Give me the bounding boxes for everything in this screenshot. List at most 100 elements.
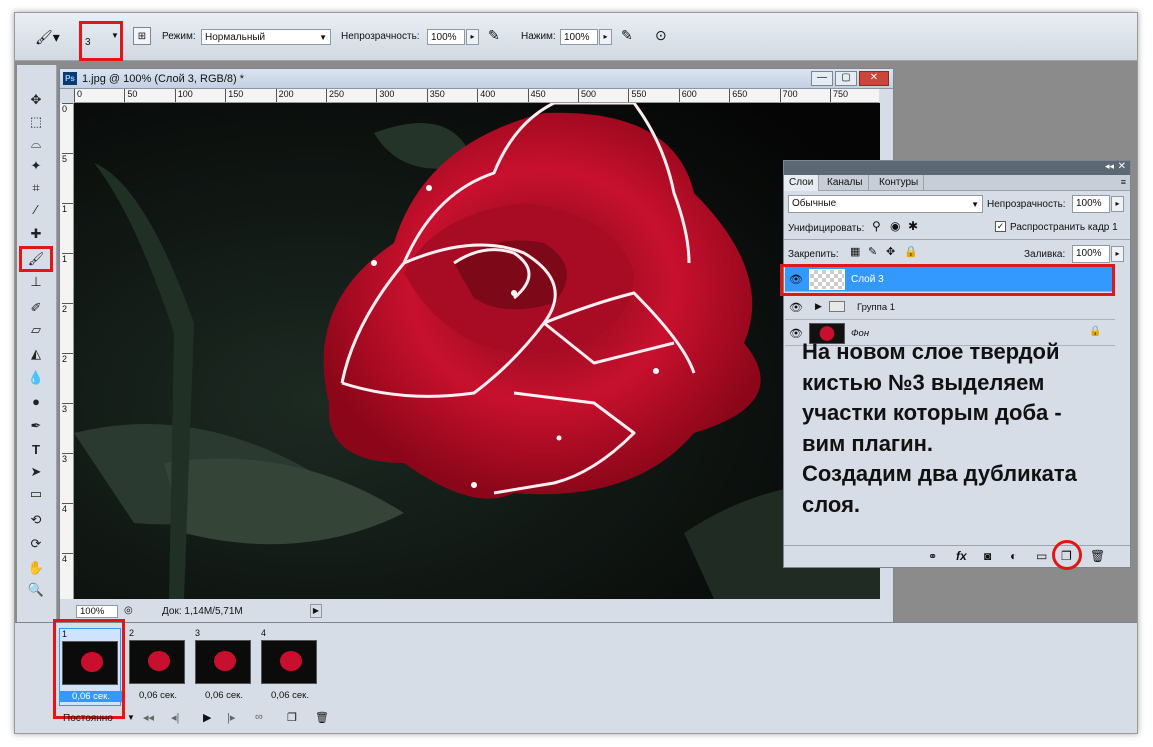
fill-field[interactable]: 100% xyxy=(1072,245,1110,263)
layer-opacity-slider[interactable]: ▸ xyxy=(1111,196,1124,212)
animation-frame-2[interactable]: 2 0,06 сек. xyxy=(127,628,189,706)
shape-tool-icon[interactable]: ▭ xyxy=(23,485,49,503)
status-icon[interactable]: ◎ xyxy=(124,605,133,616)
animation-panel: 1 0,06 сек. 2 0,06 сек. 3 0,06 сек. 4 0,… xyxy=(15,619,1137,733)
zoom-field[interactable]: 100% xyxy=(76,605,118,618)
quick-select-tool-icon[interactable]: ✦ xyxy=(23,157,49,175)
crop-tool-icon[interactable]: ⌗ xyxy=(23,179,49,197)
duplicate-frame-icon[interactable]: ❐ xyxy=(287,711,297,724)
ruler-mark: 2 xyxy=(62,303,73,314)
close-button[interactable]: ✕ xyxy=(859,71,889,86)
frame-delay[interactable]: 0,06 сек. xyxy=(259,690,321,701)
animation-frame-4[interactable]: 4 0,06 сек. xyxy=(259,628,321,706)
minimize-button[interactable]: — xyxy=(811,71,833,86)
frame-delay[interactable]: 0,06 сек. xyxy=(127,690,189,701)
frame-thumbnail xyxy=(195,640,251,684)
tab-paths[interactable]: Контуры xyxy=(874,175,925,191)
frame-delay[interactable]: 0,06 сек. xyxy=(60,691,122,702)
trash-icon[interactable]: 🗑 xyxy=(1090,549,1105,563)
animation-frame-3[interactable]: 3 0,06 сек. xyxy=(193,628,255,706)
eyedropper-tool-icon[interactable]: ⁄ xyxy=(23,201,49,219)
eye-icon[interactable]: 👁 xyxy=(789,301,803,314)
hand-tool-icon[interactable]: ✋ xyxy=(23,559,49,577)
lock-transparency-icon[interactable]: ▦ xyxy=(850,245,860,258)
ruler-mark: 750 xyxy=(830,89,848,102)
layer-row[interactable]: 👁 ▶ Группа 1 xyxy=(785,295,1115,320)
maximize-button[interactable]: ▢ xyxy=(835,71,857,86)
expand-arrow-icon[interactable]: ▶ xyxy=(815,301,822,312)
blur-tool-icon[interactable]: 💧 xyxy=(23,369,49,387)
path-select-tool-icon[interactable]: ➤ xyxy=(23,463,49,481)
lock-all-icon[interactable]: 🔒 xyxy=(904,245,918,258)
3d-rotate-tool-icon[interactable]: ⟲ xyxy=(23,511,49,529)
link-icon[interactable]: ⚭ xyxy=(928,550,937,563)
ruler-mark: 300 xyxy=(376,89,394,102)
next-frame-icon[interactable]: |▸ xyxy=(227,711,235,724)
new-group-icon[interactable]: ▭ xyxy=(1036,549,1047,563)
unify-position-icon[interactable]: ⚲ xyxy=(872,219,881,233)
play-icon[interactable]: ▶ xyxy=(203,711,211,724)
blend-mode-select[interactable]: Обычные ▼ xyxy=(788,195,983,213)
unify-visibility-icon[interactable]: ◉ xyxy=(890,219,900,233)
marquee-tool-icon[interactable]: ⬚ xyxy=(23,113,49,131)
healing-tool-icon[interactable]: ✚ xyxy=(23,225,49,243)
flow-slider-button[interactable]: ▸ xyxy=(599,29,612,45)
loop-select[interactable]: Постоянно xyxy=(59,711,125,727)
stamp-tool-icon[interactable]: ⊥ xyxy=(23,273,49,291)
image-canvas[interactable] xyxy=(74,103,880,599)
zoom-tool-icon[interactable]: 🔍 xyxy=(23,581,49,599)
pen-tool-icon[interactable]: ✒ xyxy=(23,417,49,435)
panel-menu-icon[interactable]: ≡ xyxy=(1121,177,1126,187)
propagate-checkbox[interactable]: ✓ xyxy=(995,221,1006,232)
opacity-field[interactable]: 100% xyxy=(427,29,465,45)
unify-label: Унифицировать: xyxy=(788,223,865,234)
prev-frame-icon[interactable]: ◂| xyxy=(171,711,179,724)
pressure-opacity-icon[interactable]: ✎ xyxy=(488,27,500,44)
frame-delay[interactable]: 0,06 сек. xyxy=(193,690,255,701)
document-tab[interactable]: Ps 1.jpg @ 100% (Слой 3, RGB/8) * — ▢ ✕ xyxy=(60,69,893,89)
lock-pixels-icon[interactable]: ✎ xyxy=(868,245,877,258)
airbrush-icon[interactable]: ✎ xyxy=(621,27,633,44)
fx-icon[interactable]: fx xyxy=(956,549,967,563)
loop-chevron-icon[interactable]: ▼ xyxy=(127,713,135,722)
adjustment-icon[interactable]: ◐ xyxy=(1010,549,1017,563)
eraser-tool-icon[interactable]: ▱ xyxy=(23,321,49,339)
unify-style-icon[interactable]: ✱ xyxy=(908,219,918,233)
move-tool-icon[interactable]: ✥ xyxy=(23,91,49,109)
brush-panel-toggle-icon[interactable]: ⊞ xyxy=(133,27,151,45)
eye-icon[interactable]: 👁 xyxy=(789,327,803,340)
panel-close-icon[interactable]: ✕ xyxy=(1118,161,1126,172)
brush-preset-dropdown-icon[interactable]: ▼ xyxy=(111,31,119,40)
flow-field[interactable]: 100% xyxy=(560,29,598,45)
ruler-mark: 400 xyxy=(477,89,495,102)
dodge-tool-icon[interactable]: ● xyxy=(23,393,49,411)
tab-layers[interactable]: Слои xyxy=(784,175,820,191)
lock-icon: 🔒 xyxy=(1089,326,1102,337)
pressure-size-icon[interactable]: ⊙ xyxy=(655,27,667,44)
mode-select[interactable]: Нормальный ▼ xyxy=(201,29,331,45)
paint-bucket-tool-icon[interactable]: ◭ xyxy=(23,345,49,363)
mask-icon[interactable]: ◙ xyxy=(984,549,991,563)
fill-slider[interactable]: ▸ xyxy=(1111,246,1124,262)
tab-channels[interactable]: Каналы xyxy=(822,175,869,191)
opacity-slider-button[interactable]: ▸ xyxy=(466,29,479,45)
collapse-icon[interactable]: ◂◂ xyxy=(1105,161,1114,172)
3d-orbit-tool-icon[interactable]: ⟳ xyxy=(23,535,49,553)
annotation-line: На новом слое твердой xyxy=(802,339,1060,364)
brush-tool-icon[interactable]: 🖌 xyxy=(23,250,49,268)
type-tool-icon[interactable]: T xyxy=(23,441,49,459)
tween-icon[interactable]: ∞ xyxy=(255,711,263,723)
status-menu-button[interactable]: ▶ xyxy=(310,604,322,618)
frame-number: 2 xyxy=(129,628,135,638)
ruler-mark: 100 xyxy=(174,89,193,102)
delete-frame-icon[interactable]: 🗑 xyxy=(315,711,329,724)
brush-size-value[interactable]: 3 xyxy=(85,37,97,48)
animation-frame-1[interactable]: 1 0,06 сек. xyxy=(59,628,122,706)
history-brush-tool-icon[interactable]: ✐ xyxy=(23,299,49,317)
brush-tool-icon[interactable]: 🖌▾ xyxy=(35,29,60,46)
first-frame-icon[interactable]: ◂◂ xyxy=(143,711,154,724)
lock-position-icon[interactable]: ✥ xyxy=(886,245,895,258)
lasso-tool-icon[interactable]: ⌓ xyxy=(23,135,49,153)
ruler-mark: 0 xyxy=(62,103,73,114)
layer-opacity-field[interactable]: 100% xyxy=(1072,195,1110,213)
